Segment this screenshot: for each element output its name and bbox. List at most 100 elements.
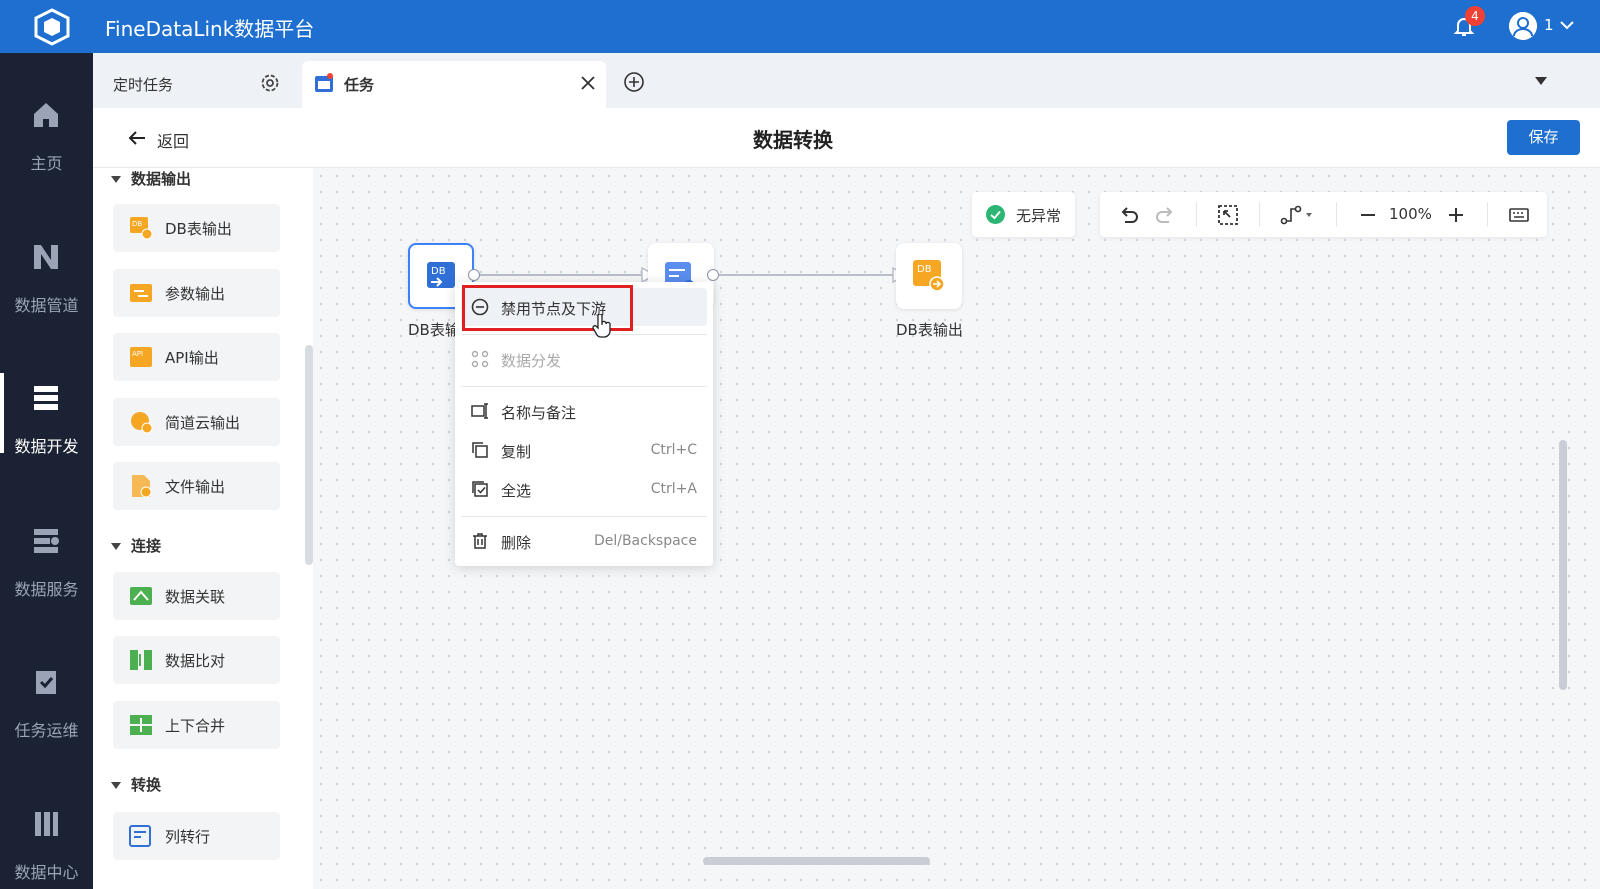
data-join-icon (130, 587, 152, 605)
tab-label: 任务 (344, 76, 375, 94)
menu-item-rename[interactable]: 名称与备注 (455, 392, 713, 430)
nav-item-pipeline[interactable]: 数据管道 (0, 242, 93, 352)
panel-scrollbar[interactable] (305, 345, 313, 565)
nav-label: 主页 (30, 154, 63, 173)
comp-api-output[interactable]: API API输出 (113, 333, 280, 381)
svg-text:DB: DB (132, 220, 142, 228)
comp-db-output[interactable]: DB DB表输出 (113, 204, 280, 252)
canvas-horizontal-scrollbar[interactable] (703, 857, 930, 865)
fit-view-icon[interactable] (1217, 204, 1239, 226)
task-icon (315, 73, 333, 92)
comp-label: DB表输出 (165, 220, 232, 238)
comp-label: 简道云输出 (165, 414, 241, 432)
flow-node-db-output[interactable]: DB (896, 243, 962, 309)
ops-icon (36, 671, 56, 694)
chevron-down-icon[interactable] (1560, 20, 1574, 30)
pipeline-icon (34, 245, 58, 269)
section-title: 连接 (131, 537, 162, 555)
menu-item-delete[interactable]: 删除 Del/Backspace (455, 522, 713, 560)
menu-item-copy[interactable]: 复制 Ctrl+C (455, 431, 713, 469)
union-icon (130, 715, 152, 735)
toolbar-divider (1487, 202, 1488, 227)
user-name[interactable]: 1 (1544, 16, 1554, 34)
menu-item-shortcut: Del/Backspace (593, 533, 697, 549)
page-title: 数据转换 (753, 128, 833, 152)
jdy-output-icon (131, 412, 153, 434)
comp-label: 数据比对 (165, 652, 226, 670)
connector-style-icon[interactable] (1280, 204, 1314, 226)
nav-item-home[interactable]: 主页 (0, 100, 93, 210)
tab-task[interactable]: 任务 (302, 61, 606, 108)
comp-label: 上下合并 (165, 717, 226, 735)
service-icon (34, 529, 59, 553)
menu-divider (461, 334, 707, 335)
comp-label: 文件输出 (165, 478, 226, 496)
canvas-vertical-scrollbar[interactable] (1559, 440, 1567, 690)
top-bar: FineDataLink数据平台 4 1 (0, 0, 1600, 53)
zoom-out-icon[interactable] (1357, 204, 1379, 226)
section-data-output[interactable]: 数据输出 (111, 168, 191, 189)
back-label: 返回 (157, 132, 190, 151)
nav-label: 数据开发 (14, 437, 79, 456)
tabs-dropdown-icon[interactable] (1535, 77, 1547, 85)
db-output-node-icon: DB (913, 260, 945, 292)
comp-label: 列转行 (165, 828, 211, 846)
zoom-in-icon[interactable] (1445, 204, 1467, 226)
node-output-port[interactable] (707, 269, 719, 281)
user-avatar-icon[interactable] (1509, 12, 1537, 40)
svg-text:API: API (132, 350, 143, 358)
menu-item-label: 数据分发 (501, 352, 562, 370)
nav-item-ops[interactable]: 任务运维 (0, 667, 93, 777)
undo-icon[interactable] (1118, 204, 1140, 226)
select-all-icon (472, 481, 488, 497)
save-button[interactable]: 保存 (1507, 120, 1580, 155)
section-title: 转换 (131, 776, 162, 794)
tab-label: 定时任务 (113, 76, 174, 94)
node-icon-text: DB (917, 264, 932, 275)
close-icon[interactable] (580, 75, 596, 91)
zoom-level: 100% (1389, 205, 1432, 223)
comp-file-output[interactable]: 文件输出 (113, 462, 280, 510)
menu-item-label: 删除 (501, 534, 532, 552)
copy-icon (472, 442, 488, 458)
toolbar-divider (1259, 202, 1260, 227)
menu-item-data-distribute[interactable]: 数据分发 (455, 340, 713, 378)
validation-status[interactable]: 无异常 (972, 192, 1075, 237)
menu-item-label: 全选 (501, 482, 532, 500)
comp-union[interactable]: 上下合并 (113, 701, 280, 749)
add-tab-icon[interactable] (623, 71, 645, 93)
section-join[interactable]: 连接 (111, 535, 161, 556)
menu-divider (461, 516, 707, 517)
distribute-icon (471, 350, 489, 368)
comp-data-join[interactable]: 数据关联 (113, 572, 280, 620)
menu-item-shortcut: Ctrl+A (650, 481, 697, 497)
data-compare-icon (130, 650, 152, 670)
menu-divider (461, 386, 707, 387)
comp-col-to-row[interactable]: 列转行 (113, 812, 280, 860)
nav-item-dev[interactable]: 数据开发 (0, 373, 93, 493)
comp-data-compare[interactable]: 数据比对 (113, 636, 280, 684)
node-icon-text: DB (431, 266, 446, 277)
keyboard-icon[interactable] (1508, 204, 1530, 226)
left-nav: 主页 数据管道 数据开发 数据服务 任务运维 数据中心 (0, 53, 93, 889)
nav-item-center[interactable]: 数据中心 (0, 809, 93, 889)
comp-param-output[interactable]: 参数输出 (113, 269, 280, 317)
nav-label: 数据服务 (14, 580, 79, 599)
redo-icon[interactable] (1154, 204, 1176, 226)
param-output-icon (130, 284, 152, 302)
gear-icon[interactable] (260, 73, 280, 93)
nav-item-service[interactable]: 数据服务 (0, 526, 93, 636)
app-title: FineDataLink数据平台 (105, 17, 315, 41)
menu-item-label: 复制 (501, 443, 532, 461)
dev-icon (34, 386, 58, 410)
comp-jdy-output[interactable]: 简道云输出 (113, 398, 280, 446)
check-circle-icon (986, 205, 1005, 224)
tab-scheduled-tasks[interactable]: 定时任务 (93, 61, 298, 108)
canvas-toolbar: 100% (1100, 192, 1547, 237)
tabs-bar: 定时任务 任务 (93, 53, 1600, 108)
node-output-port[interactable] (468, 269, 480, 281)
arrow-left-icon (128, 131, 145, 145)
section-transform[interactable]: 转换 (111, 774, 161, 795)
menu-item-select-all[interactable]: 全选 Ctrl+A (455, 470, 713, 508)
comp-label: 数据关联 (165, 588, 226, 606)
